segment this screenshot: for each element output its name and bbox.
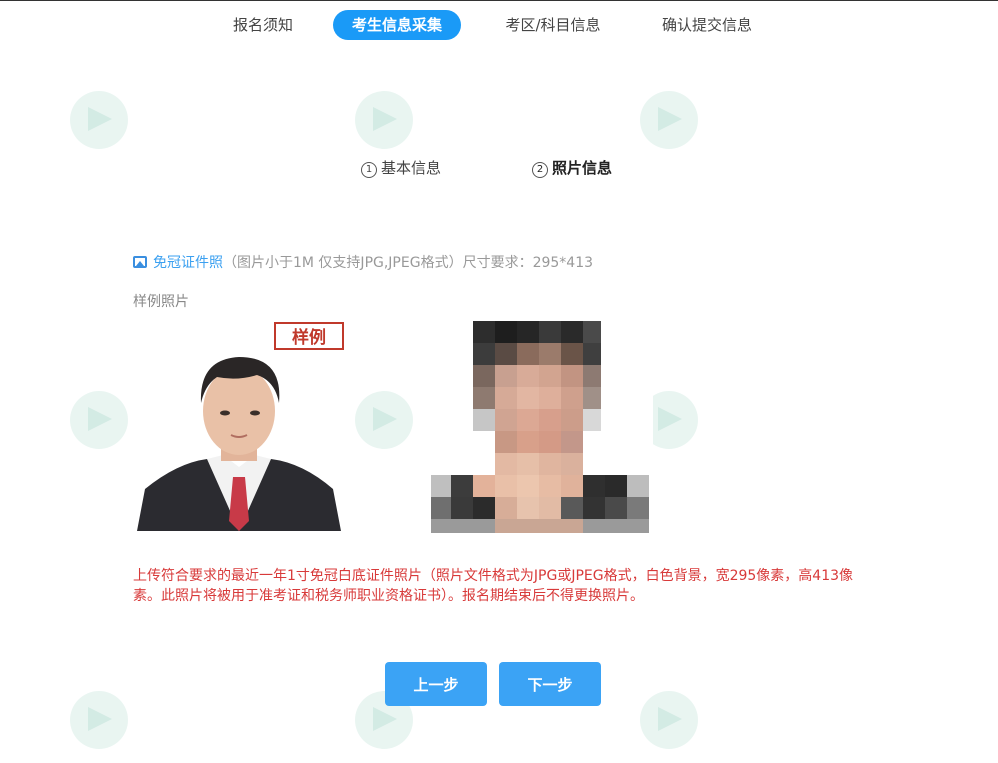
step-number-badge: 1	[361, 162, 377, 178]
sample-photo-label: 样例照片	[133, 294, 189, 310]
watermark-logo-icon	[355, 391, 413, 449]
nav-step-confirm[interactable]: 确认提交信息	[655, 10, 759, 40]
watermark-logo-icon	[640, 691, 698, 749]
sample-photo	[137, 351, 341, 531]
step-number-badge: 2	[532, 162, 548, 178]
nav-step-exam-area[interactable]: 考区/科目信息	[498, 10, 608, 40]
watermark-logo-icon	[70, 91, 128, 149]
watermark-logo-icon	[70, 691, 128, 749]
nav-step-candidate-info[interactable]: 考生信息采集	[333, 10, 461, 40]
watermark-logo-icon	[355, 91, 413, 149]
nav-step-notice[interactable]: 报名须知	[227, 10, 299, 40]
photo-requirement-text: 上传符合要求的最近一年1寸免冠白底证件照片（照片文件格式为JPG或JPEG格式，…	[133, 568, 854, 604]
substep-photo-info[interactable]: 2 照片信息	[532, 157, 612, 178]
upload-hint: （图片小于1M 仅支持JPG,JPEG格式）尺寸要求：295*413	[223, 255, 594, 271]
prev-step-button[interactable]: 上一步	[385, 662, 487, 706]
upload-photo-link[interactable]: 免冠证件照	[153, 255, 223, 271]
next-step-button[interactable]: 下一步	[499, 662, 601, 706]
substep-basic-info[interactable]: 1 基本信息	[361, 157, 441, 178]
upload-row: 免冠证件照（图片小于1M 仅支持JPG,JPEG格式）尺寸要求：295*413	[133, 252, 593, 272]
photo-info-page: 报名须知 考生信息采集 考区/科目信息 确认提交信息 1 基本信息 2 照片信息 免…	[0, 0, 998, 763]
step-nav: 报名须知 考生信息采集 考区/科目信息 确认提交信息	[0, 7, 998, 43]
substep-label: 基本信息	[381, 159, 442, 177]
substep-label: 照片信息	[552, 159, 613, 177]
sample-badge: 样例	[274, 322, 344, 350]
watermark-logo-icon	[70, 391, 128, 449]
uploaded-photo-preview[interactable]	[431, 321, 653, 533]
watermark-logo-icon	[640, 91, 698, 149]
image-upload-icon[interactable]	[133, 256, 147, 268]
